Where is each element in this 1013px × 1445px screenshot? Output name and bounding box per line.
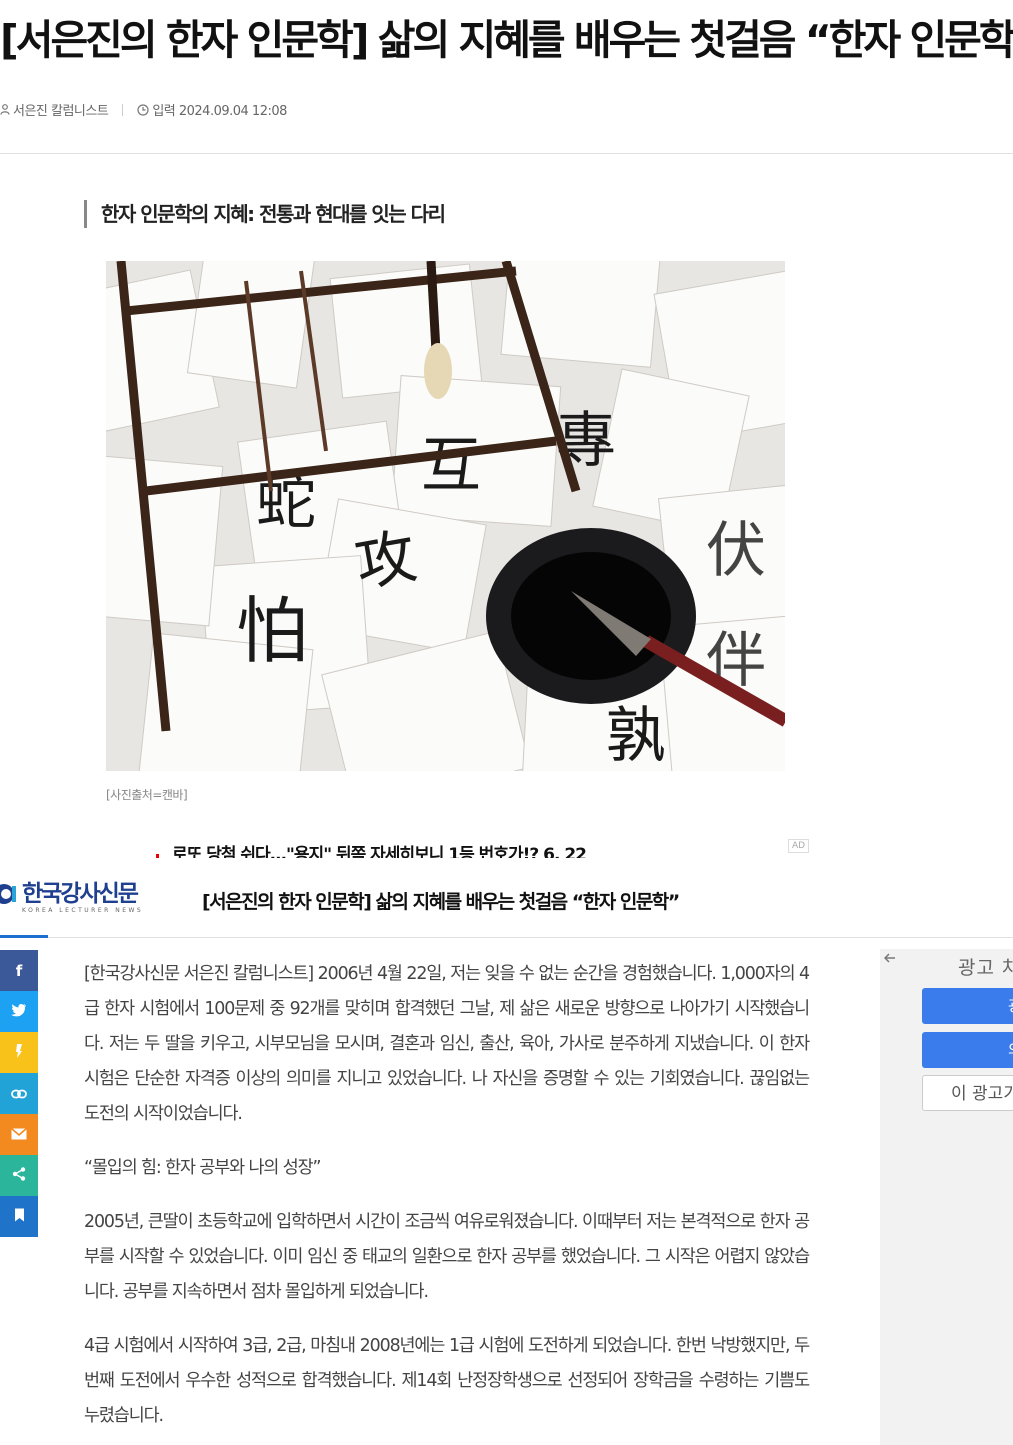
side-ad-button-secondary[interactable]: 의 — [922, 1032, 1013, 1068]
back-arrow-icon[interactable] — [883, 951, 896, 967]
photo-hanzi-4: 怕 — [236, 589, 308, 673]
side-ad-panel: 광고 차 광 의 이 광고가 — [880, 949, 1013, 1445]
logo-mark-icon — [0, 884, 16, 904]
share-icon — [12, 1166, 26, 1185]
clock-icon — [137, 103, 149, 116]
link-icon — [11, 1085, 27, 1103]
photo-caption: [사진출처=캔바] — [106, 788, 188, 802]
twitter-share-button[interactable] — [0, 991, 38, 1032]
photo-hanzi-1: 互 — [421, 431, 481, 501]
logo-subtext: KOREA LECTURER NEWS — [22, 907, 144, 914]
bookmark-button[interactable] — [0, 1196, 38, 1237]
social-share-bar: f — [0, 950, 38, 1237]
article-section-heading: “몰입의 힘: 한자 공부와 나의 성장” — [84, 1158, 322, 1178]
publish-date: 입력 2024.09.04 12:08 — [152, 104, 287, 119]
copy-link-button[interactable] — [0, 1073, 38, 1114]
side-ad-button-why[interactable]: 이 광고가 — [922, 1075, 1013, 1111]
facebook-share-button[interactable]: f — [0, 950, 38, 991]
article-headline: [서은진의 한자 인문학] 삶의 지혜를 배우는 첫걸음 “한자 인문학” — [0, 16, 1013, 64]
person-icon — [0, 104, 10, 115]
kakaostory-share-button[interactable] — [0, 1032, 38, 1073]
twitter-icon — [11, 1003, 27, 1021]
reading-progress-bar — [0, 935, 48, 938]
ad-marker-icon — [156, 854, 164, 858]
email-icon — [10, 1126, 28, 1144]
article-subheading: 한자 인문학의 지혜: 전통과 현대를 잇는 다리 — [84, 200, 446, 228]
facebook-icon: f — [15, 961, 23, 980]
article-paragraph: 4급 시험에서 시작하여 3급, 2급, 마침내 2008년에는 1급 시험에 … — [84, 1336, 810, 1426]
sponsored-headline[interactable]: 로또 당첨 쉬다..."용지" 뒤쪽 자세히보니 1등 번호가!? 6, 22 — [156, 842, 756, 858]
site-logo[interactable]: 한국강사신문 KOREA LECTURER NEWS — [0, 880, 141, 914]
article-byline: 서은진 칼럼니스트 입력 2024.09.04 12:08 — [0, 100, 287, 119]
email-share-button[interactable] — [0, 1114, 38, 1155]
article-paragraph: [한국강사신문 서은진 칼럼니스트] 2006년 4월 22일, 저는 잊을 수… — [84, 964, 810, 1124]
side-ad-button-primary[interactable]: 광 — [922, 988, 1013, 1024]
article-photo: 互 蛇 攻 怕 孰 伴 伏 專 — [106, 261, 785, 771]
article-paragraph: 2005년, 큰딸이 초등학교에 입학하면서 시간이 조금씩 여유로워졌습니다.… — [84, 1212, 810, 1302]
side-ad-label: 광고 차 — [958, 957, 1013, 979]
author-name: 서은진 칼럼니스트 — [13, 104, 109, 119]
bookmark-icon — [14, 1208, 25, 1226]
share-button[interactable] — [0, 1155, 38, 1196]
photo-hanzi-7: 伏 — [706, 516, 766, 586]
header-divider — [0, 153, 1013, 154]
article-body: [한국강사신문 서은진 칼럼니스트] 2006년 4월 22일, 저는 잊을 수… — [84, 957, 810, 1445]
byline-divider — [122, 103, 124, 116]
logo-text: 한국강사신문 — [22, 881, 139, 907]
sticky-article-title: [서은진의 한자 인문학] 삶의 지혜를 배우는 첫걸음 “한자 인문학” — [202, 891, 680, 913]
sponsored-headline-text[interactable]: 로또 당첨 쉬다..."용지" 뒤쪽 자세히보니 1등 번호가!? 6, 22 — [172, 845, 587, 858]
kakaostory-icon — [14, 1043, 24, 1063]
photo-hanzi-5: 孰 — [606, 701, 666, 771]
ad-badge: AD — [788, 839, 810, 853]
photo-hanzi-3: 攻 — [350, 521, 421, 600]
sticky-header: 한국강사신문 KOREA LECTURER NEWS [서은진의 한자 인문학]… — [0, 860, 1013, 938]
